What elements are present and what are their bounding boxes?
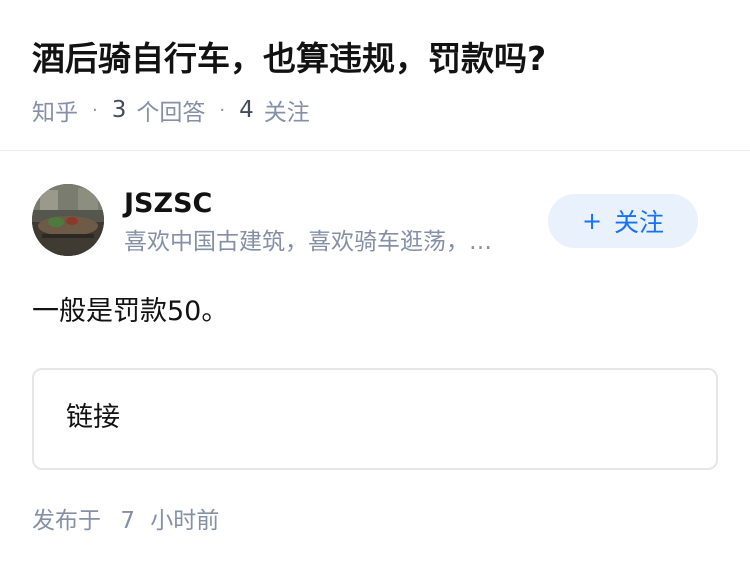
- publish-prefix: 发布于: [32, 508, 101, 534]
- follow-button-label: 关注: [614, 208, 665, 237]
- follow-count: 4: [239, 97, 254, 123]
- publish-time: 发布于 7 小时前: [32, 504, 219, 538]
- author-bio: 喜欢中国古建筑，喜欢骑车逛荡，…: [124, 229, 492, 255]
- question-header: 酒后骑自行车，也算违规，罚款吗? 知乎 · 3 个回答 · 4 关注: [0, 0, 750, 151]
- meta-separator: ·: [92, 99, 98, 121]
- avatar-photo-icon: [32, 184, 104, 256]
- link-card-label: 链接: [66, 402, 120, 433]
- answer-count-label: 个回答: [136, 100, 206, 126]
- meta-separator: ·: [219, 99, 226, 121]
- follow-count-label: 关注: [263, 100, 310, 126]
- question-title[interactable]: 酒后骑自行车，也算违规，罚款吗?: [32, 36, 546, 82]
- plus-icon: +: [581, 207, 603, 235]
- answer-count: 3: [111, 97, 127, 123]
- publish-value: 7: [120, 508, 135, 534]
- publish-suffix: 小时前: [150, 508, 220, 534]
- author-name[interactable]: JSZSC: [124, 186, 212, 222]
- link-card[interactable]: 链接: [32, 368, 718, 470]
- question-meta: 知乎 · 3 个回答 · 4 关注: [32, 94, 310, 126]
- follow-button[interactable]: + 关注: [548, 194, 698, 248]
- author-info: JSZSC 喜欢中国古建筑，喜欢骑车逛荡，… + 关注: [32, 184, 718, 260]
- source-label: 知乎: [32, 100, 78, 126]
- answer-content: 一般是罚款50。: [32, 296, 229, 327]
- avatar[interactable]: [32, 184, 104, 256]
